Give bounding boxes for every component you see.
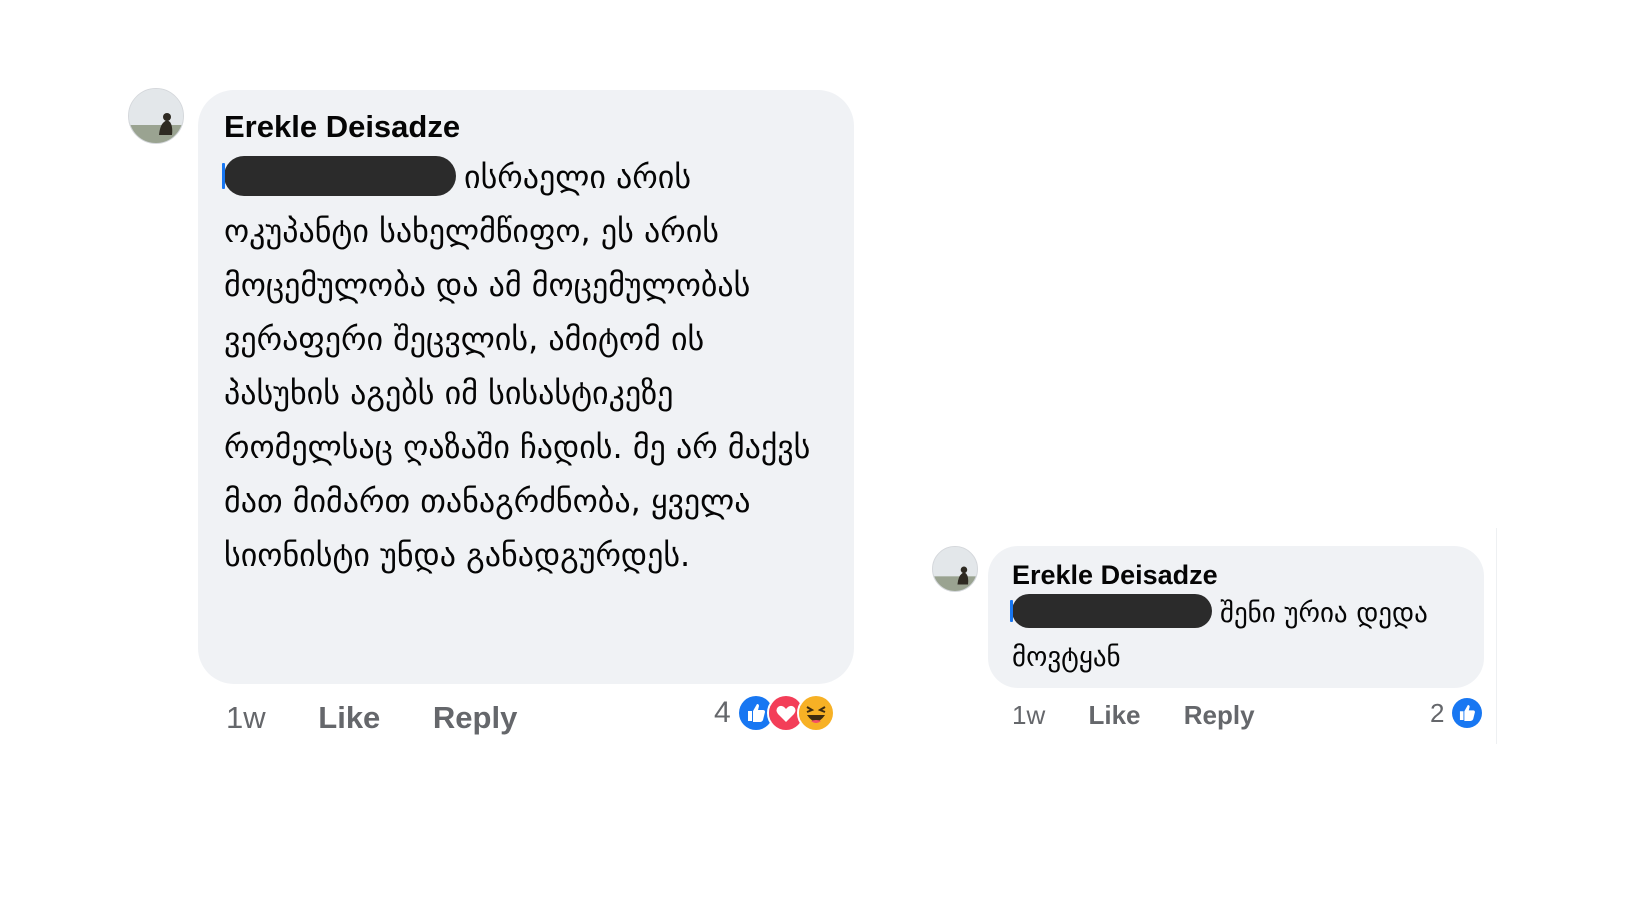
comment-timestamp[interactable]: 1w: [226, 700, 266, 736]
like-button[interactable]: Like: [318, 700, 380, 736]
reactions-summary[interactable]: 2: [1430, 696, 1485, 730]
comment-actions: 1w Like Reply: [1012, 700, 1291, 731]
reaction-count: 4: [714, 696, 731, 729]
comment-timestamp[interactable]: 1w: [1012, 700, 1045, 731]
like-icon: [1450, 696, 1485, 730]
comment-bubble: Erekle Deisadze შენი ურია დედა მოვტყან: [988, 546, 1484, 688]
avatar-photo: [933, 547, 977, 591]
reply-button[interactable]: Reply: [1184, 700, 1255, 731]
avatar[interactable]: [932, 546, 978, 592]
comment-body: ისრაელი არის ოკუპანტი სახელმწიფო, ეს არი…: [222, 150, 828, 582]
redacted-mention[interactable]: [1010, 594, 1212, 628]
divider: [1496, 528, 1497, 744]
avatar[interactable]: [128, 88, 184, 144]
reply-button[interactable]: Reply: [433, 700, 517, 736]
haha-icon: [796, 694, 835, 732]
redacted-mention[interactable]: [222, 156, 456, 196]
like-button[interactable]: Like: [1088, 700, 1140, 731]
comment-body: შენი ურია დედა მოვტყან: [1010, 592, 1460, 680]
comment-bubble: Erekle Deisadze ისრაელი არის ოკუპანტი სა…: [198, 90, 854, 684]
reactions-summary[interactable]: 4: [714, 694, 835, 732]
comment-text: ისრაელი არის ოკუპანტი სახელმწიფო, ეს არი…: [224, 158, 811, 574]
comment-author[interactable]: Erekle Deisadze: [224, 108, 828, 146]
comment-actions: 1w Like Reply: [226, 700, 561, 736]
reaction-count: 2: [1430, 697, 1445, 728]
avatar-photo: [129, 89, 183, 143]
comment-author[interactable]: Erekle Deisadze: [1012, 558, 1460, 592]
